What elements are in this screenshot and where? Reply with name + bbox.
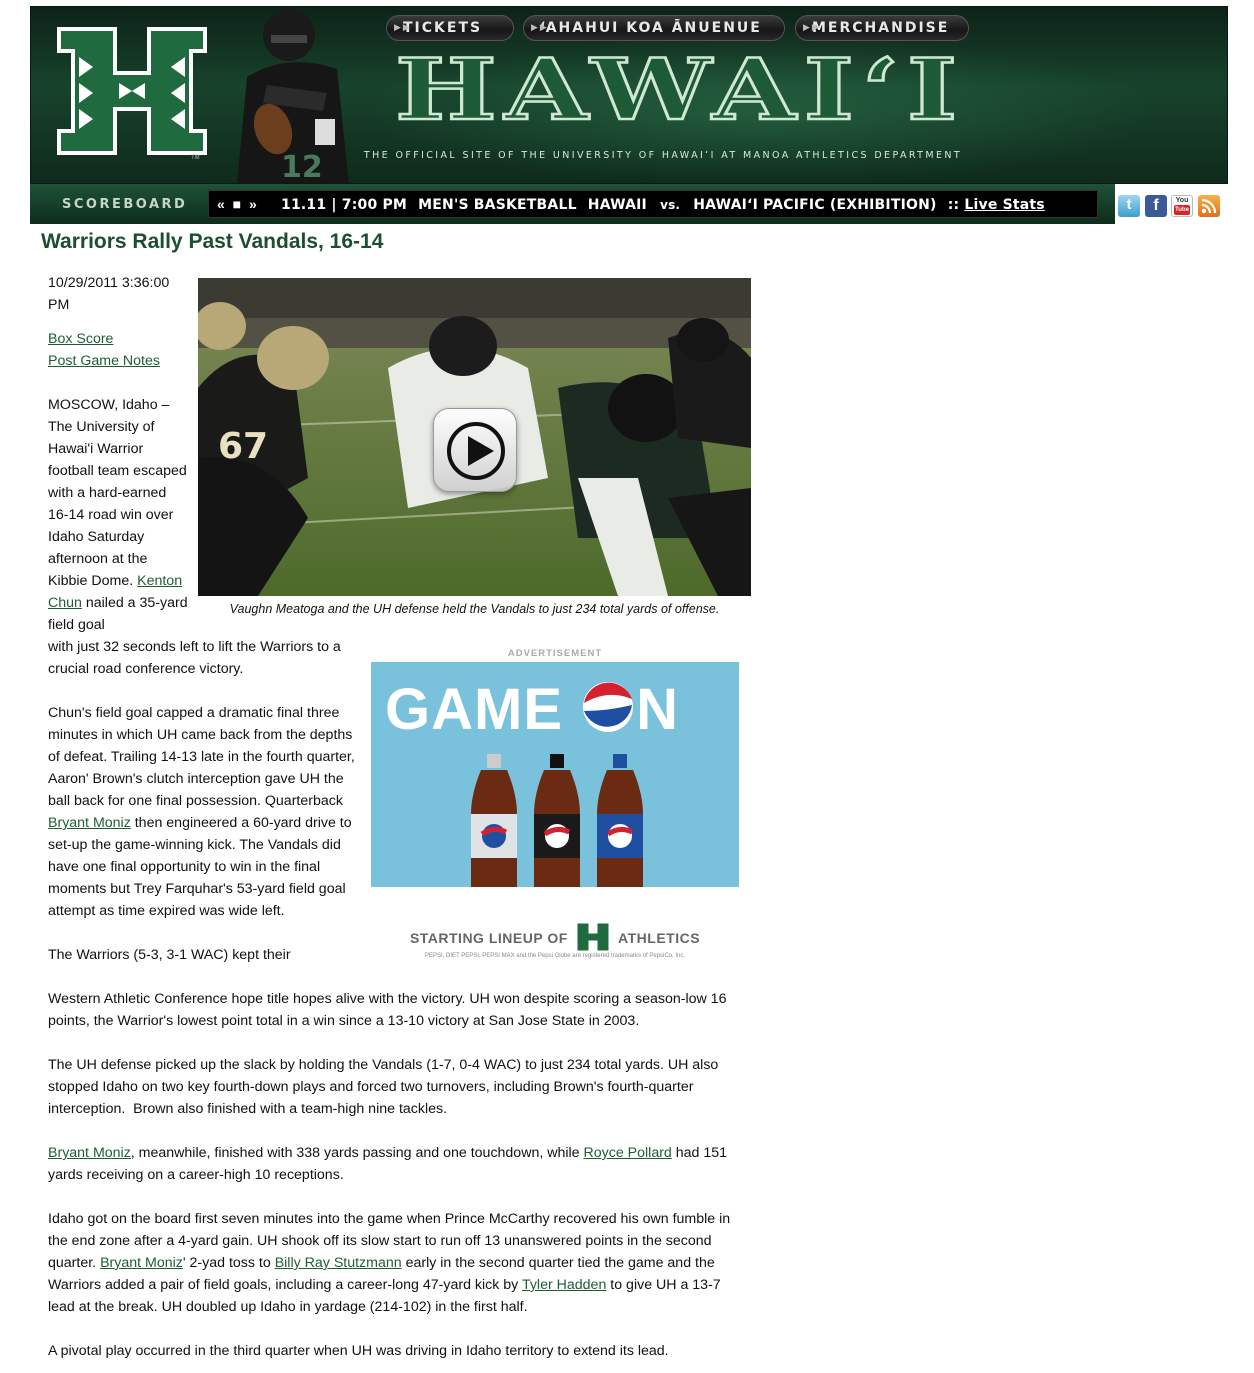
- ad-legal-text: PEPSI, DIET PEPSI, PEPSI MAX and the Pep…: [424, 953, 685, 959]
- ticker-vs: vs.: [660, 198, 681, 212]
- billy-ray-stutzmann-link[interactable]: Billy Ray Stutzmann: [275, 1255, 402, 1271]
- bryant-moniz-link[interactable]: Bryant Moniz: [48, 1145, 131, 1161]
- live-stats-link[interactable]: Live Stats: [964, 197, 1044, 213]
- box-score-link[interactable]: Box Score: [48, 328, 160, 350]
- ad-headline-a: GAME: [385, 677, 581, 742]
- nav-ahahui-button[interactable]: ▶▶ ‘AHAHUI KOA ĀNUENUE: [523, 15, 785, 41]
- arrow-icon: ▶▶: [531, 23, 549, 33]
- ticker-date: 11.11: [281, 197, 327, 213]
- ad-headline-b: N: [636, 677, 680, 742]
- ticker-event: MEN'S BASKETBALL: [418, 197, 577, 213]
- article-links: Box Score Post Game Notes: [48, 328, 160, 372]
- nav-tickets-label: TICKETS: [403, 20, 483, 36]
- ticker-team2: HAWAIʻI PACIFIC (EXHIBITION): [693, 197, 937, 213]
- photo-caption: Vaughn Meatoga and the UH defense held t…: [229, 602, 720, 616]
- scoreboard-label[interactable]: SCOREBOARD: [62, 197, 187, 212]
- article-headline: Warriors Rally Past Vandals, 16-14: [41, 230, 384, 253]
- paragraph-1-text: MOSCOW, Idaho – The University of Hawai'…: [48, 397, 187, 589]
- ad-headline: GAME N: [385, 676, 679, 743]
- hawaii-h-small-icon: [576, 922, 610, 952]
- svg-text:67: 67: [218, 426, 268, 467]
- scoreboard-bar: SCOREBOARD « ■ » 11.11 | 7:00 PM MEN'S B…: [30, 184, 1115, 224]
- ad-footer-b: ATHLETICS: [618, 930, 701, 946]
- rss-glyph: [1201, 198, 1217, 214]
- nav-merchandise-label: MERCHANDISE: [812, 20, 950, 36]
- ticker-controls[interactable]: « ■ »: [217, 196, 259, 212]
- article-paragraph-2: Chun's field goal capped a dramatic fina…: [48, 702, 360, 922]
- ticker-text: 11.11 | 7:00 PM MEN'S BASKETBALL HAWAII …: [281, 197, 1045, 213]
- ticker-time: 7:00 PM: [341, 197, 408, 213]
- article-column-c: Western Athletic Conference hope title h…: [48, 966, 748, 1373]
- arrow-icon: ▶▶: [394, 23, 412, 33]
- article-paragraph-7: A pivotal play occurred in the third qua…: [48, 1343, 669, 1359]
- article-paragraph-3: Western Athletic Conference hope title h…: [48, 988, 748, 1032]
- article-paragraph-5: Bryant Moniz, meanwhile, finished with 3…: [48, 1142, 748, 1186]
- nav-merchandise-button[interactable]: ▶▶ MERCHANDISE: [795, 15, 969, 41]
- svg-text:12: 12: [281, 150, 323, 184]
- ticker-team1: HAWAII: [587, 197, 647, 213]
- play-icon: [447, 422, 505, 480]
- bryant-moniz-link[interactable]: Bryant Moniz: [100, 1255, 183, 1271]
- ticker-separator: |: [331, 197, 342, 213]
- pepsi-globe-icon: [583, 682, 634, 732]
- nav-ahahui-label: ‘AHAHUI KOA ĀNUENUE: [540, 20, 762, 36]
- article-paragraph-4: The UH defense picked up the slack by ho…: [48, 1057, 719, 1117]
- rss-icon[interactable]: [1198, 195, 1220, 217]
- ticker-sep: ::: [947, 197, 960, 213]
- hawaii-h-logo[interactable]: [53, 21, 211, 161]
- paragraph-2-text: Chun's field goal capped a dramatic fina…: [48, 705, 355, 809]
- youtube-icon[interactable]: You Tube: [1171, 195, 1193, 217]
- play-video-button[interactable]: [433, 408, 517, 492]
- site-tagline: THE OFFICIAL SITE OF THE UNIVERSITY OF H…: [363, 150, 963, 161]
- wordmark-text: HAWAIʻI: [395, 47, 965, 127]
- royce-pollard-link[interactable]: Royce Pollard: [584, 1145, 672, 1161]
- score-ticker: « ■ » 11.11 | 7:00 PM MEN'S BASKETBALL H…: [208, 190, 1098, 218]
- pepsi-bottles-image: [471, 754, 643, 887]
- article-column-b: with just 32 seconds left to lift the Wa…: [48, 636, 360, 966]
- facebook-icon[interactable]: f: [1145, 195, 1167, 217]
- article-paragraph-1: MOSCOW, Idaho – The University of Hawai'…: [48, 394, 188, 636]
- article-paragraph-6: Idaho got on the board first seven minut…: [48, 1208, 748, 1318]
- hawaii-wordmark[interactable]: HAWAIʻI: [393, 47, 968, 127]
- ad-footer-a: STARTING LINEUP OF: [409, 930, 568, 946]
- bryant-moniz-link[interactable]: Bryant Moniz: [48, 815, 131, 831]
- pepsi-ad[interactable]: GAME N: [371, 662, 739, 887]
- ad-footer: STARTING LINEUP OF ATHLETICS: [371, 922, 739, 952]
- paragraph-3-text: Western Athletic Conference hope title h…: [48, 991, 727, 1029]
- paragraph-5-text: , meanwhile, finished with 338 yards pas…: [130, 1145, 584, 1161]
- paragraph-3-start: The Warriors (5-3, 3-1 WAC) kept their: [48, 947, 291, 963]
- paragraph-6-text-b: ' 2-yad toss to: [182, 1255, 275, 1271]
- twitter-icon[interactable]: t: [1118, 195, 1140, 217]
- site-banner: TM 12 ▶▶ TICKETS ▶▶ ‘AHAHUI KOA ĀNUENUE …: [30, 6, 1228, 184]
- trademark-mark: TM: [191, 155, 200, 161]
- advertisement-label: ADVERTISEMENT: [507, 648, 603, 659]
- post-game-notes-link[interactable]: Post Game Notes: [48, 350, 160, 372]
- paragraph-1-end: with just 32 seconds left to lift the Wa…: [48, 639, 341, 677]
- tyler-hadden-link[interactable]: Tyler Hadden: [522, 1277, 606, 1293]
- nav-tickets-button[interactable]: ▶▶ TICKETS: [386, 15, 514, 41]
- article-date: 10/29/2011 3:36:00 PM: [48, 275, 170, 313]
- arrow-icon: ▶▶: [803, 23, 821, 33]
